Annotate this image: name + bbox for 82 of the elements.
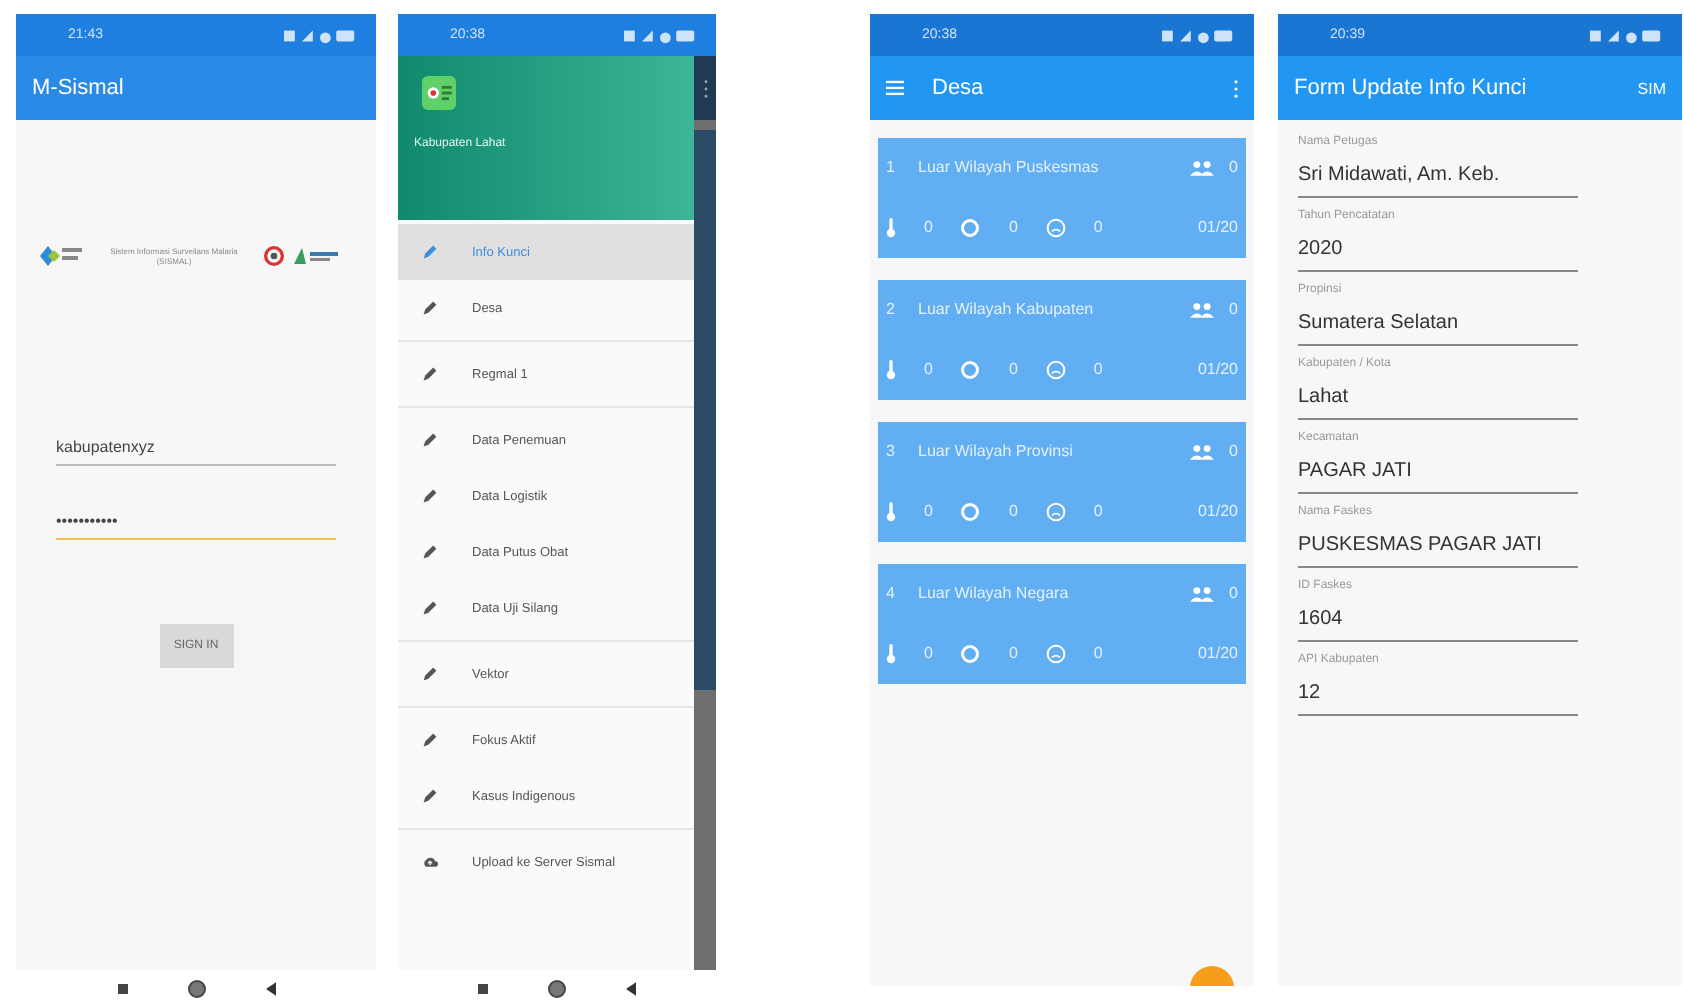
count-value: 0 [1008, 644, 1018, 663]
pencil-icon [422, 666, 438, 682]
count-value: 0 [1008, 218, 1018, 237]
pencil-icon [422, 432, 438, 448]
thermometer-icon [886, 359, 896, 380]
card-period: 01/20 [1197, 218, 1238, 237]
thermometer-icon [886, 643, 896, 664]
card-period: 01/20 [1197, 502, 1238, 521]
face-icon [960, 643, 981, 664]
count-value: 0 [924, 502, 933, 521]
text-field[interactable]: Sri Midawati, Am. Keb. [1298, 148, 1578, 198]
count-value: 0 [1093, 360, 1103, 379]
pencil-icon [422, 366, 438, 382]
text-field[interactable]: Sumatera Selatan [1298, 296, 1578, 346]
card-number: 2 [886, 300, 897, 319]
login-field[interactable]: kabupatenxyz [56, 432, 336, 466]
people-count: 0 [1229, 584, 1238, 603]
face-icon [960, 359, 981, 380]
recent-apps-icon[interactable] [478, 983, 488, 993]
pencil-icon [422, 732, 438, 748]
status-icons [1162, 27, 1234, 43]
count-value: 0 [924, 218, 933, 237]
app-title: Form Update Info Kunci [1294, 76, 1527, 100]
card-number: 3 [886, 442, 897, 461]
status-icons [624, 27, 696, 43]
app-title: M-Sismal [32, 76, 124, 100]
people-count: 0 [1229, 158, 1238, 177]
thermometer-icon [886, 501, 896, 522]
login-field[interactable]: ••••••••••• [56, 506, 336, 540]
face-icon [960, 217, 981, 238]
app-title: Desa [932, 76, 984, 100]
text-field[interactable]: PUSKESMAS PAGAR JATI [1298, 518, 1578, 568]
card-title: Luar Wilayah Negara [918, 584, 1071, 603]
pencil-icon [422, 488, 438, 504]
people-icon [1189, 443, 1214, 460]
sad-face-icon [1045, 359, 1066, 380]
back-icon[interactable] [626, 981, 636, 995]
card-number: 1 [886, 158, 897, 177]
face-icon [960, 501, 981, 522]
menu-icon[interactable] [886, 80, 904, 96]
count-value: 0 [1093, 502, 1103, 521]
text-field[interactable]: 2020 [1298, 222, 1578, 272]
status-icons [284, 27, 356, 43]
sad-face-icon [1045, 501, 1066, 522]
pencil-icon [422, 600, 438, 616]
pencil-icon [422, 544, 438, 560]
count-value: 0 [1008, 502, 1018, 521]
status-icons [1590, 27, 1662, 43]
sad-face-icon [1045, 217, 1066, 238]
emblem-icon [264, 246, 284, 266]
recent-apps-icon[interactable] [117, 983, 127, 993]
people-count: 0 [1229, 300, 1238, 319]
count-value: 0 [1093, 218, 1103, 237]
count-value: 0 [924, 360, 933, 379]
text-field[interactable]: Lahat [1298, 370, 1578, 420]
people-icon [1189, 585, 1214, 602]
card-title: Luar Wilayah Puskesmas [918, 158, 1101, 177]
card-period: 01/20 [1197, 360, 1238, 379]
pencil-icon [422, 244, 438, 260]
thermometer-icon [886, 217, 896, 238]
card-title: Luar Wilayah Provinsi [918, 442, 1075, 461]
app-logo-icon [422, 76, 456, 110]
count-value: 0 [1008, 360, 1018, 379]
sad-face-icon [1045, 643, 1066, 664]
count-value: 0 [1093, 644, 1103, 663]
people-count: 0 [1229, 442, 1238, 461]
card-period: 01/20 [1197, 644, 1238, 663]
cloud-upload-icon [422, 854, 438, 870]
text-field[interactable]: PAGAR JATI [1298, 444, 1578, 494]
pencil-icon [422, 300, 438, 316]
count-value: 0 [924, 644, 933, 663]
home-icon[interactable] [187, 979, 205, 997]
people-icon [1189, 301, 1214, 318]
partner-logo-icon [292, 246, 340, 266]
card-number: 4 [886, 584, 897, 603]
card-title: Luar Wilayah Kabupaten [918, 300, 1096, 319]
back-icon[interactable] [265, 981, 275, 995]
text-field[interactable]: 12 [1298, 666, 1578, 716]
text-field[interactable]: 1604 [1298, 592, 1578, 642]
people-icon [1189, 159, 1214, 176]
pencil-icon [422, 788, 438, 804]
home-icon[interactable] [548, 979, 566, 997]
